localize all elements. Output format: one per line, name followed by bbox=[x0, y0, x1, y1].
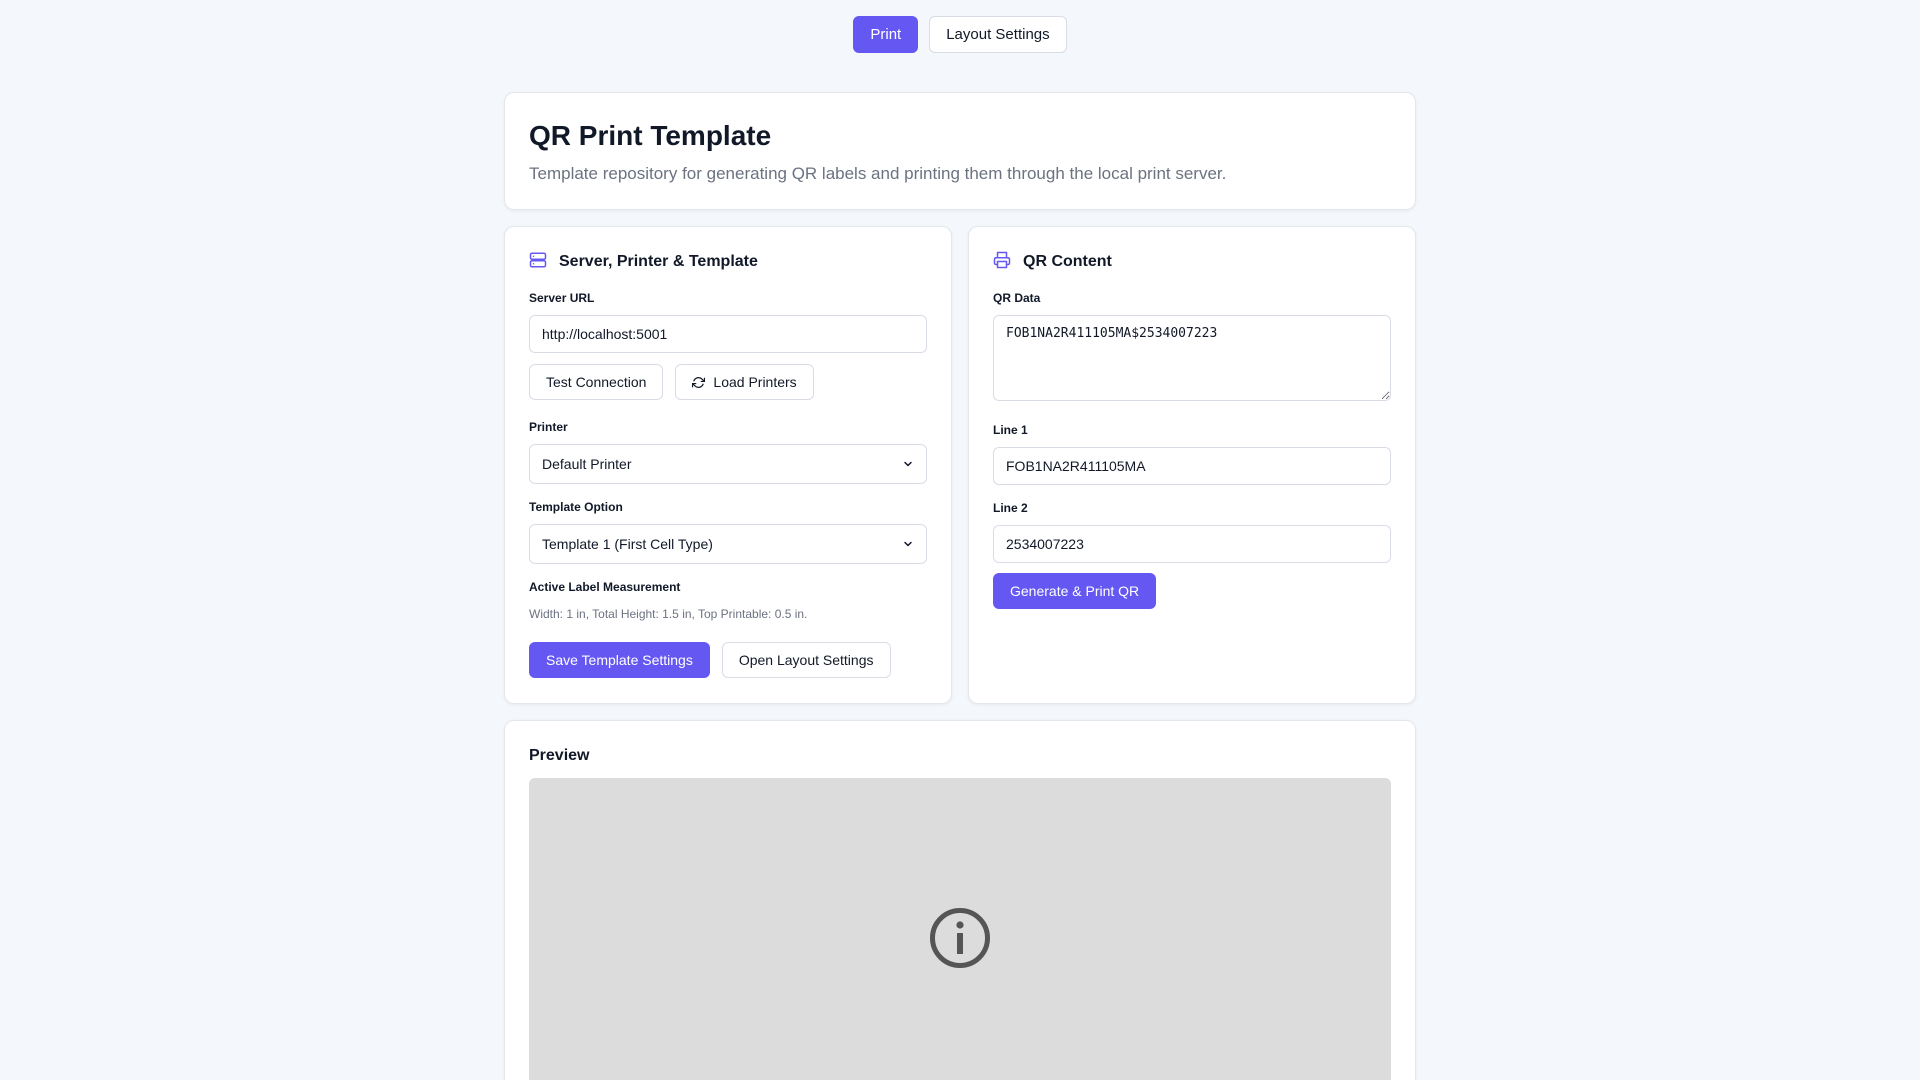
line1-label: Line 1 bbox=[993, 423, 1028, 437]
printer-select-value: Default Printer bbox=[542, 456, 632, 472]
refresh-icon bbox=[692, 376, 706, 388]
template-select-value: Template 1 (First Cell Type) bbox=[542, 536, 713, 552]
line2-label: Line 2 bbox=[993, 501, 1028, 515]
header-card: QR Print Template Template repository fo… bbox=[504, 92, 1416, 210]
panel-header: QR Content bbox=[993, 251, 1391, 273]
printer-icon bbox=[993, 251, 1011, 274]
open-layout-settings-button[interactable]: Open Layout Settings bbox=[721, 642, 891, 678]
qr-data-label: QR Data bbox=[993, 291, 1041, 305]
server-url-label: Server URL bbox=[529, 291, 595, 305]
print-tab-button[interactable]: Print bbox=[853, 16, 919, 53]
line1-input[interactable]: FOB1NA2R411105MA bbox=[993, 447, 1391, 485]
connection-actions: Test Connection Load Printers bbox=[529, 364, 927, 400]
preview-card: Preview bbox=[504, 720, 1416, 1080]
chevron-down-icon bbox=[904, 461, 912, 467]
load-printers-button[interactable]: Load Printers bbox=[675, 364, 814, 400]
info-icon bbox=[930, 908, 990, 968]
panel-title: QR Content bbox=[1023, 253, 1112, 270]
server-url-input[interactable]: http://localhost:5001 bbox=[529, 315, 927, 353]
panel-header: Server, Printer & Template bbox=[529, 251, 927, 273]
page-subtitle: Template repository for generating QR la… bbox=[529, 164, 1227, 183]
save-template-settings-button[interactable]: Save Template Settings bbox=[529, 642, 710, 678]
template-option-label: Template Option bbox=[529, 500, 623, 514]
qr-content-panel: QR Content QR Data FOB1NA2R411105MA$2534… bbox=[968, 226, 1416, 704]
layout-settings-tab-button[interactable]: Layout Settings bbox=[929, 16, 1067, 53]
chevron-down-icon bbox=[904, 541, 912, 547]
template-option-select[interactable]: Template 1 (First Cell Type) bbox=[529, 524, 927, 564]
load-printers-label: Load Printers bbox=[713, 374, 797, 390]
panel-title: Server, Printer & Template bbox=[559, 253, 758, 270]
measurement-value: Width: 1 in, Total Height: 1.5 in, Top P… bbox=[529, 607, 808, 621]
page-title: QR Print Template bbox=[529, 120, 772, 151]
top-nav: Print Layout Settings bbox=[0, 16, 1920, 53]
measurement-label: Active Label Measurement bbox=[529, 580, 681, 594]
preview-title: Preview bbox=[529, 747, 590, 764]
generate-print-qr-button[interactable]: Generate & Print QR bbox=[993, 573, 1157, 609]
line2-input[interactable]: 2534007223 bbox=[993, 525, 1391, 563]
printer-label: Printer bbox=[529, 420, 568, 434]
server-printer-template-panel: Server, Printer & Template Server URL ht… bbox=[504, 226, 952, 704]
template-actions: Save Template Settings Open Layout Setti… bbox=[529, 642, 927, 678]
qr-data-textarea[interactable]: FOB1NA2R411105MA$2534007223 bbox=[993, 315, 1391, 401]
preview-area bbox=[529, 778, 1391, 1080]
test-connection-button[interactable]: Test Connection bbox=[529, 364, 664, 400]
server-icon bbox=[529, 251, 547, 274]
printer-select[interactable]: Default Printer bbox=[529, 444, 927, 484]
